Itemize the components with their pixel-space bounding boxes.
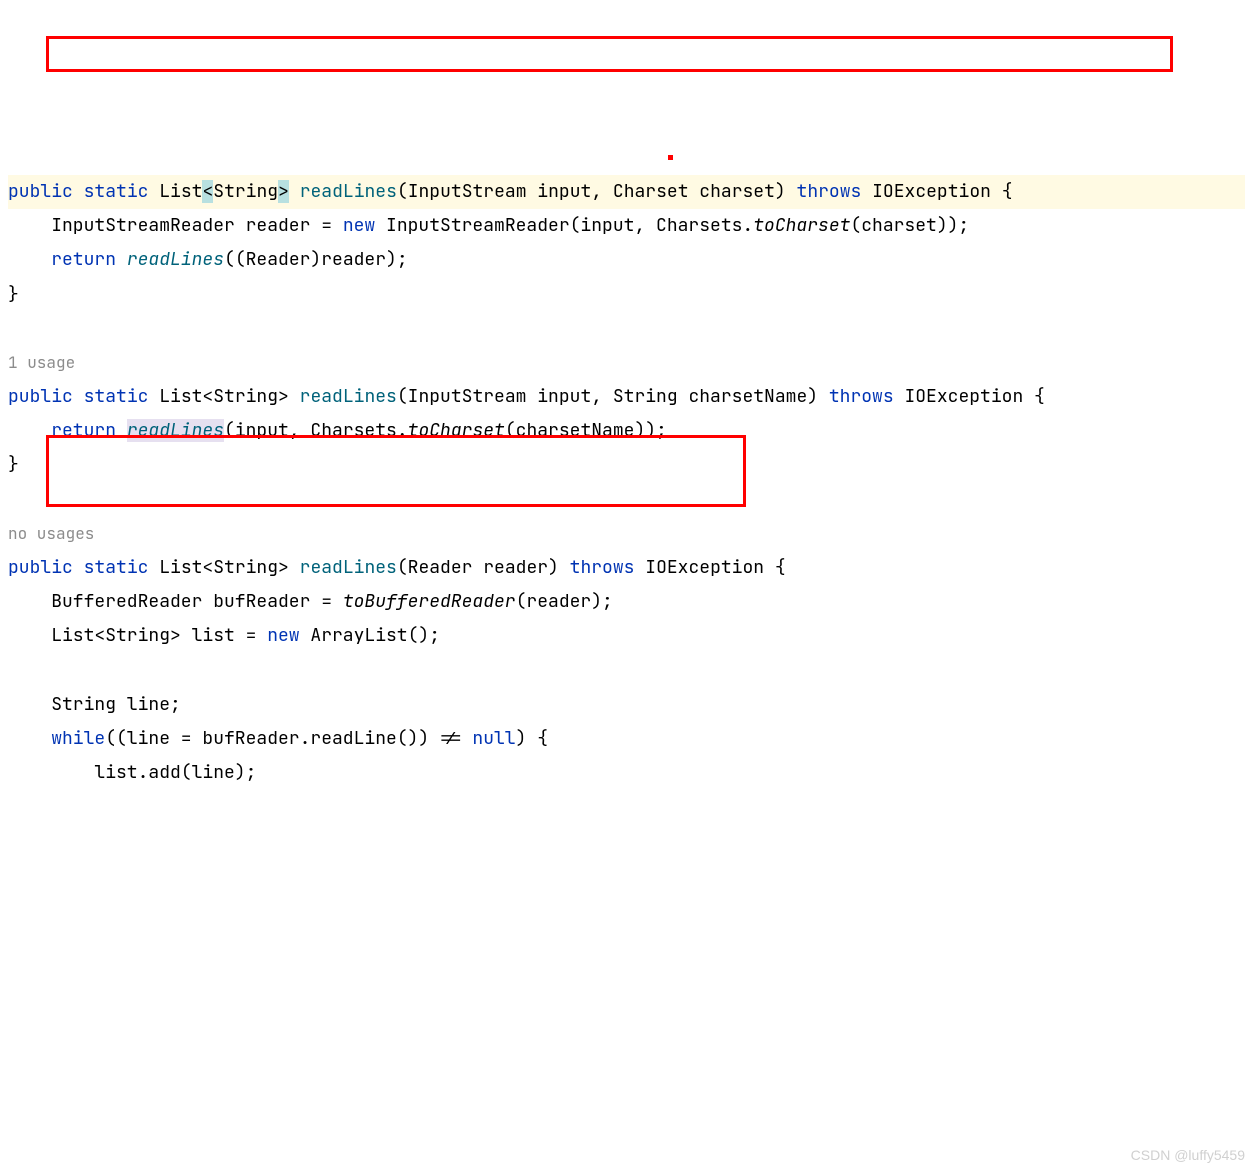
code-line[interactable]: } (8, 283, 19, 306)
code-line[interactable]: } (8, 453, 19, 476)
code-text: (charset)); (850, 214, 969, 237)
keyword-throws: throws (829, 385, 894, 408)
code-line[interactable]: public static List<String> readLines(Inp… (8, 385, 1045, 408)
method-tobufferedreader: toBufferedReader (343, 590, 516, 613)
code-line[interactable]: List<String> list = new ArrayList(); (8, 624, 440, 647)
code-text: String line; (51, 693, 181, 716)
method-readlines: readLines (300, 556, 397, 579)
code-text: (reader); (516, 590, 613, 613)
code-line[interactable]: BufferedReader bufReader = toBufferedRea… (8, 590, 613, 613)
keyword-public: public (8, 385, 73, 408)
code-line[interactable]: return readLines((Reader)reader); (8, 248, 408, 271)
keyword-return: return (51, 419, 116, 442)
code-text: BufferedReader bufReader = (51, 590, 343, 613)
params: (InputStream input, String charsetName) (397, 385, 829, 408)
bracket-lt: < (202, 180, 213, 203)
usage-hint[interactable]: 1 usage (8, 352, 75, 373)
code-text: ArrayList(); (300, 624, 440, 647)
code-line[interactable]: list.add(line); (8, 761, 256, 784)
params: (InputStream input, Charset charset) (397, 180, 797, 203)
method-tocharset: toCharset (408, 419, 505, 442)
code-text: InputStreamReader(input, Charsets. (375, 214, 753, 237)
keyword-while: while (51, 727, 105, 750)
type-list: List (159, 180, 202, 203)
method-readlines: readLines (300, 385, 397, 408)
exception: IOException { (861, 180, 1012, 203)
code-text: List<String> list = (51, 624, 267, 647)
params: (Reader reader) (397, 556, 570, 579)
code-line[interactable]: while((line = bufReader.readLine()) != n… (8, 727, 548, 750)
method-readlines: readLines (300, 180, 397, 203)
code-text: ((Reader)reader); (224, 248, 408, 271)
type-string: String (213, 180, 278, 203)
method-call: readLines (127, 248, 224, 271)
keyword-public: public (8, 556, 73, 579)
code-line[interactable]: InputStreamReader reader = new InputStre… (8, 214, 969, 237)
keyword-static: static (84, 180, 149, 203)
keyword-new: new (343, 214, 375, 237)
code-editor[interactable]: public static List<String> readLines(Inp… (8, 141, 1245, 791)
keyword-null: null (472, 727, 515, 750)
code-text: ) { (516, 727, 548, 750)
method-call: readLines (127, 419, 224, 442)
usage-hint[interactable]: no usages (8, 523, 94, 544)
keyword-static: static (84, 556, 149, 579)
code-line[interactable]: public static List<String> readLines(Rea… (8, 556, 786, 579)
code-text: ((line = bufReader.readLine()) != (105, 727, 472, 750)
keyword-public: public (8, 180, 73, 203)
exception: IOException { (894, 385, 1045, 408)
keyword-static: static (84, 385, 149, 408)
type: List<String> (148, 556, 299, 579)
watermark: CSDN @luffy5459 (1131, 1142, 1245, 1169)
keyword-return: return (51, 248, 116, 271)
bracket-gt: > (278, 180, 289, 203)
code-text: (input, Charsets. (224, 419, 408, 442)
keyword-throws: throws (570, 556, 635, 579)
code-line[interactable]: return readLines(input, Charsets.toChars… (8, 419, 667, 442)
method-tocharset: toCharset (753, 214, 850, 237)
red-dot (668, 155, 673, 160)
type: List<String> (148, 385, 299, 408)
highlight-box-1 (46, 36, 1173, 72)
code-text: InputStreamReader reader = (51, 214, 343, 237)
code-text: list.add(line); (94, 761, 256, 784)
code-line[interactable]: String line; (8, 693, 181, 716)
code-text: (charsetName)); (505, 419, 667, 442)
keyword-throws: throws (797, 180, 862, 203)
keyword-new: new (267, 624, 299, 647)
exception: IOException { (634, 556, 785, 579)
code-line[interactable]: public static List<String> readLines(Inp… (8, 175, 1245, 209)
